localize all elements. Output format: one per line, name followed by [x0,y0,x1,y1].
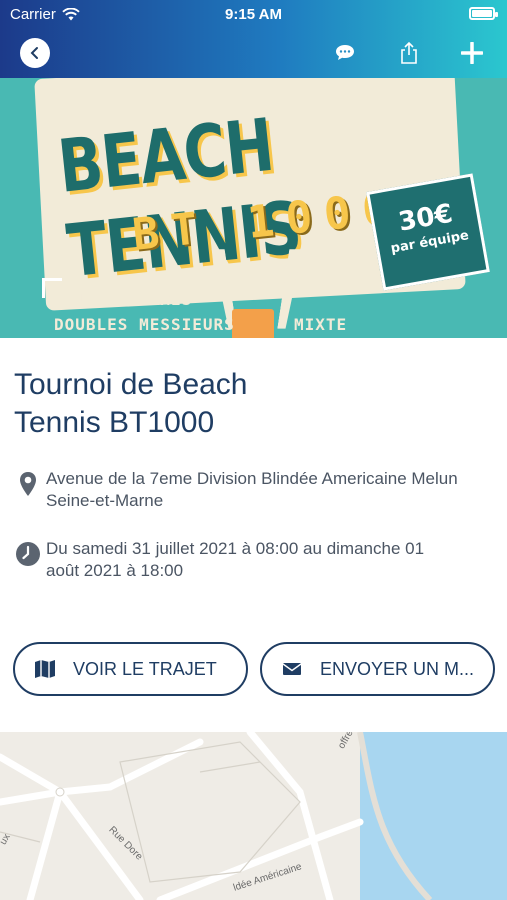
add-button[interactable] [457,38,487,68]
top-bar: Carrier 9:15 AM [0,0,507,78]
share-icon [401,41,417,64]
event-banner-image: BEACH TENNIS BT 1000 30€ par équipe DOUB… [0,78,507,338]
battery-icon [469,7,498,20]
location-pin-icon [20,472,36,496]
status-bar: Carrier 9:15 AM [0,0,507,28]
address-text: Avenue de la 7eme Division Blindée Ameri… [46,468,458,512]
map-roads [0,732,507,900]
navigation-bar [0,34,507,70]
address-line-2: Seine-et-Marne [46,491,164,510]
back-button[interactable] [20,38,50,68]
send-message-button[interactable]: ENVOYER UN M... [260,642,495,696]
dates-row: Du samedi 31 juillet 2021 à 08:00 au dim… [14,538,494,582]
view-route-button[interactable]: VOIR LE TRAJET [13,642,248,696]
dates-line-1: Du samedi 31 juillet 2021 à 08:00 au dim… [46,539,425,558]
category-mixte: MIXTE [294,315,348,334]
chevron-left-icon [30,47,38,59]
dates-text: Du samedi 31 juillet 2021 à 08:00 au dim… [46,538,424,582]
envelope-icon [280,657,304,681]
event-title-line-2: Tennis BT1000 [14,406,215,439]
chat-bubble-icon [336,45,354,60]
share-button[interactable] [394,38,424,68]
plus-icon [461,42,483,64]
chat-button[interactable] [330,38,360,68]
category-doubles-messieurs: DOUBLES MESSIEURS [54,315,235,334]
map-icon [33,657,57,681]
event-title-line-1: Tournoi de Beach [14,368,248,401]
clock: 9:15 AM [225,6,282,23]
event-details: Tournoi de Beach Tennis BT1000 Avenue de… [0,338,507,732]
clock-icon [16,542,40,566]
event-title: Tournoi de Beach Tennis BT1000 [14,366,334,442]
location-map[interactable]: Rue Dore ldée Américaine ux offre [0,732,507,900]
dates-line-2: août 2021 à 18:00 [46,561,184,580]
racket-grip [232,309,274,338]
category-doubles-dames: DOUBLES DAMES [54,290,193,309]
address-line-1: Avenue de la 7eme Division Blindée Ameri… [46,469,458,488]
address-row[interactable]: Avenue de la 7eme Division Blindée Ameri… [14,468,494,512]
price-tag: 30€ par équipe [366,173,490,291]
view-route-label: VOIR LE TRAJET [73,658,217,679]
send-message-label: ENVOYER UN M... [320,658,475,679]
